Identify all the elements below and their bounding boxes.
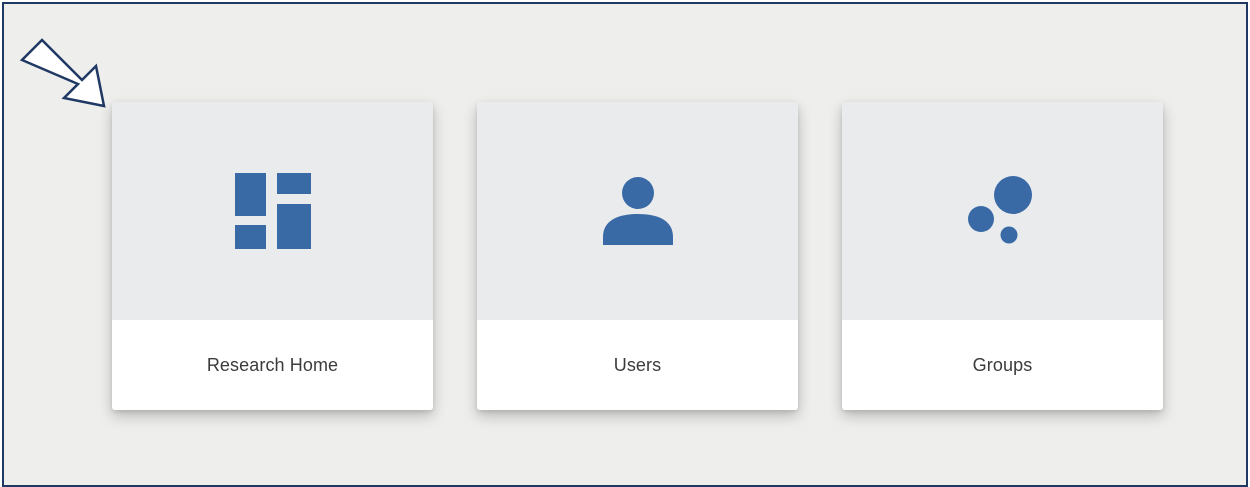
tile-label: Groups [972, 354, 1033, 375]
dashboard-icon [234, 173, 311, 249]
tile-icon-area [112, 102, 433, 320]
outline-arrow-icon [19, 38, 106, 108]
tile-research-home[interactable]: Research Home [112, 102, 433, 410]
tile-label-area: Groups [842, 320, 1163, 410]
tile-groups[interactable]: Groups [842, 102, 1163, 410]
tile-icon-area [842, 102, 1163, 320]
bubbles-icon [967, 175, 1038, 247]
tile-label: Users [613, 354, 662, 375]
user-icon [602, 177, 673, 245]
tile-users[interactable]: Users [477, 102, 798, 410]
tile-label: Research Home [206, 354, 339, 375]
screenshot-frame: Research Home Users Groups [2, 2, 1248, 487]
tile-label-area: Research Home [112, 320, 433, 410]
tile-icon-area [477, 102, 798, 320]
tile-label-area: Users [477, 320, 798, 410]
